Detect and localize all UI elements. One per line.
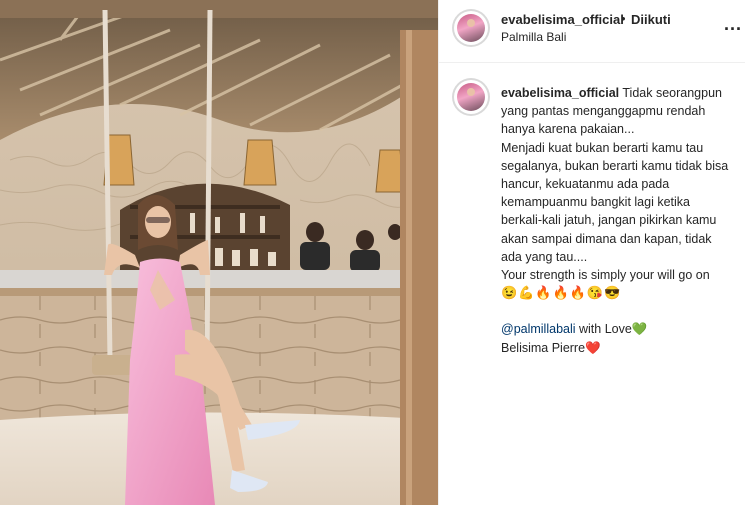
mention-link[interactable]: @palmillabali: [501, 322, 576, 336]
follow-status-button[interactable]: Diikuti: [631, 12, 671, 27]
mention-suffix: with Love: [575, 322, 632, 337]
caption-signature: Belisima Pierre: [501, 340, 586, 355]
post-side-panel: evabelisima_official • Diikuti Palmilla …: [438, 0, 745, 505]
caption-avatar[interactable]: [454, 80, 488, 114]
caption-username[interactable]: evabelisima_official: [501, 86, 619, 100]
post-username[interactable]: evabelisima_official: [501, 12, 624, 27]
caption-line-3: Your strength is simply your will go on: [501, 268, 710, 283]
avatar[interactable]: [454, 11, 488, 45]
post-location[interactable]: Palmilla Bali: [501, 30, 566, 44]
more-options-icon[interactable]: ...: [724, 14, 742, 35]
post-header: evabelisima_official • Diikuti Palmilla …: [439, 0, 745, 63]
post-caption: evabelisima_official Tidak seorangpun ya…: [501, 84, 733, 357]
caption-emojis: 😉💪🔥🔥🔥😘😎: [501, 285, 622, 301]
caption-line-2: Menjadi kuat bukan berarti kamu tau sega…: [501, 140, 729, 264]
post-photo[interactable]: [0, 0, 438, 505]
red-heart-emoji: ❤️: [585, 340, 601, 355]
follow-separator: •: [621, 11, 626, 26]
beach-bar-swing-photo: [0, 0, 438, 505]
green-heart-emoji: 💚: [631, 322, 648, 337]
